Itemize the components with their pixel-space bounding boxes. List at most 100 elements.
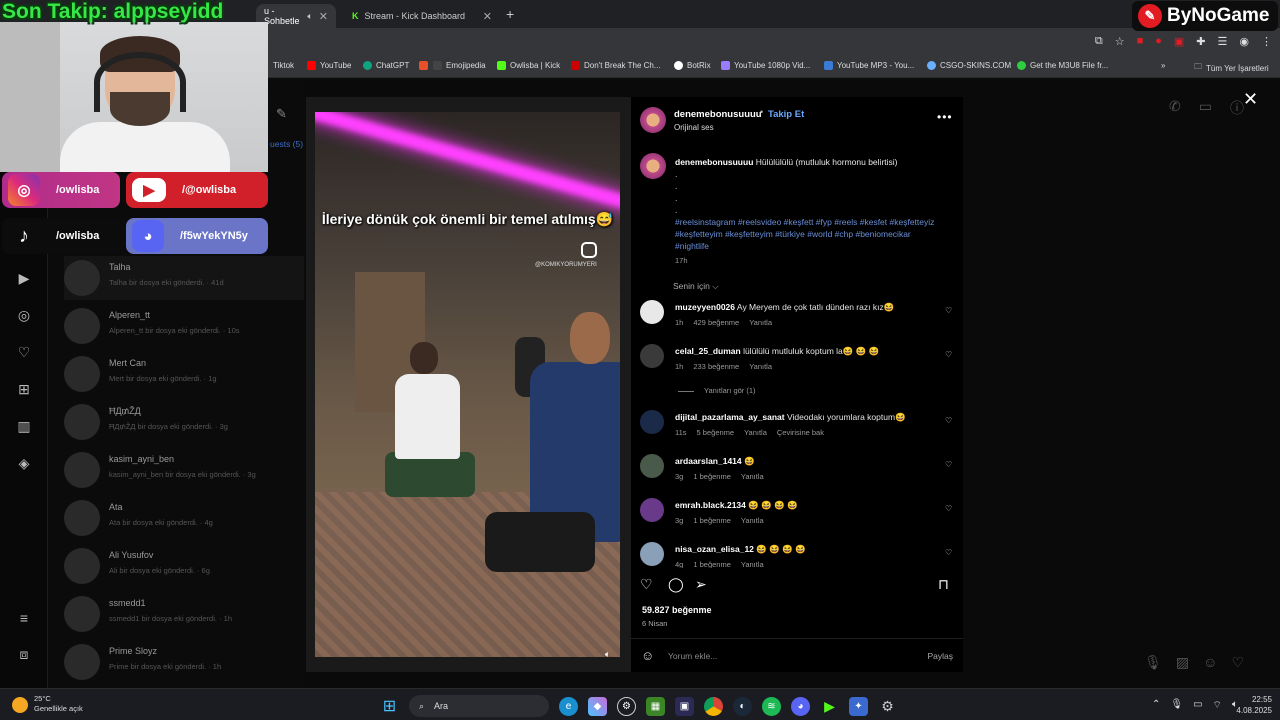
like-comment-icon[interactable]: ♡ [945,548,952,557]
commenter-username[interactable]: emrah.black.2134 [675,500,746,510]
bookmark-item[interactable]: ChatGPT [363,61,409,70]
audio-label[interactable]: Orijinal ses [674,123,714,132]
extension-icon[interactable]: ● [1155,35,1162,48]
messenger-icon[interactable]: ◎ [16,307,32,324]
phone-icon[interactable]: ✆ [1169,98,1181,118]
network-icon[interactable]: ⌔ [1213,699,1222,712]
like-comment-icon[interactable]: ♡ [945,350,952,359]
conversation-item[interactable]: Mert Can Mert bir dosya eki gönderdi. · 1… [64,352,304,396]
comment-likes[interactable]: 1 beğenme [693,516,731,525]
bookmark-item[interactable]: Don't Break The Ch... [571,61,661,70]
follow-button[interactable]: Takip Et [768,109,804,120]
profile-icon[interactable]: ◉ [1239,35,1249,48]
post-comment-button[interactable]: Paylaş [927,651,953,661]
heart-icon[interactable]: ♡ [1231,654,1244,671]
more-menu-icon[interactable]: ≡ [16,610,32,626]
extensions-puzzle-icon[interactable]: ✚ [1196,35,1205,48]
close-modal-icon[interactable]: ✕ [1243,89,1258,110]
bookmark-star-icon[interactable]: ☆ [1115,35,1125,48]
comment-likes[interactable]: 233 beğenme [693,362,739,371]
like-comment-icon[interactable]: ♡ [945,306,952,315]
conversation-item[interactable]: Ata Ata bir dosya eki gönderdi. · 4g [64,496,304,540]
bookmark-item[interactable]: CSGO-SKINS.COM [927,61,1011,70]
tab-active[interactable]: u - Sohbetle 🔈︎ ✕ [256,4,336,28]
microphone-icon[interactable]: 🎙︎ [1144,654,1162,671]
heart-icon[interactable]: ♡ [16,344,32,361]
start-icon[interactable]: ⊞ [380,697,399,716]
comment-sort-dropdown[interactable]: Senin için ⌵ [673,281,719,292]
discord-icon[interactable]: ◕ [791,696,810,716]
caption-author-avatar[interactable] [640,153,666,179]
bookmark-item[interactable]: YouTube [307,61,351,70]
bookmark-item[interactable]: Tiktok [273,61,294,70]
create-icon[interactable]: ⊞ [16,381,32,398]
commenter-username[interactable]: nisa_ozan_elisa_12 [675,544,754,554]
save-icon[interactable]: ⊓ [938,576,949,593]
sticker-icon[interactable]: ☺ [1203,654,1217,671]
app-icon[interactable]: ⚙ [617,696,636,716]
extension-icon[interactable]: ■ [1137,35,1144,48]
minecraft-icon[interactable]: ▦ [646,696,665,716]
settings-icon[interactable]: ⚙ [878,697,897,716]
like-comment-icon[interactable]: ♡ [945,416,952,425]
conversation-item[interactable]: kasim_ayni_ben kasim_ayni_ben bir dosya e… [64,448,304,492]
extension-icon[interactable]: ▣ [1174,35,1184,48]
info-icon[interactable]: ⓘ [1230,98,1244,118]
bookmark-item[interactable]: Emojipedia [433,61,486,70]
close-tab-icon[interactable]: ✕ [319,10,328,23]
commenter-avatar[interactable] [640,344,664,368]
video-call-icon[interactable]: ▭ [1199,98,1212,118]
bookmark-item[interactable]: YouTube 1080p Vid... [721,61,810,70]
commenter-username[interactable]: ardaarslan_1414 [675,456,742,466]
conversation-item[interactable]: Ali Yusufov Ali bir dosya eki gönderdi. ·… [64,544,304,588]
view-replies-button[interactable]: Yanıtları gör (1) [678,386,756,395]
new-tab-button[interactable]: + [506,6,514,22]
comment-input[interactable]: Yorum ekle... [668,651,717,661]
volume-icon[interactable]: 🔈︎ [605,649,619,661]
translate-button[interactable]: Çevirisine bak [777,428,824,437]
install-icon[interactable]: ⧉ [1095,35,1103,48]
comment-likes[interactable]: 5 beğenme [697,428,735,437]
close-tab-icon[interactable]: ✕ [483,10,492,23]
app-icon[interactable]: ✦ [849,696,868,716]
tab-kick-dashboard[interactable]: K Stream - Kick Dashboard ✕ [344,4,500,28]
commenter-avatar[interactable] [640,498,664,522]
reply-button[interactable]: Yanıtla [741,516,764,525]
more-options-icon[interactable]: ••• [937,110,953,124]
apps-icon[interactable]: ⧈ [16,646,32,663]
emoji-icon[interactable]: ☺ [641,648,654,663]
taskbar-search[interactable]: ⌕ Ara [409,695,549,717]
comment-likes[interactable]: 1 beğenme [693,560,731,568]
steam-icon[interactable]: ◐ [733,696,752,716]
dashboard-icon[interactable]: ▥ [16,418,32,435]
comment-icon[interactable]: ◯ [668,576,684,593]
chrome-icon[interactable] [704,696,723,716]
comment-likes[interactable]: 429 beğenme [693,318,739,327]
bookmark-item[interactable]: Owlisba | Kick [497,61,560,70]
commenter-avatar[interactable] [640,542,664,566]
caption-hashtags[interactable]: #reelsinstagram #reelsvideo #keşfett #fy… [675,216,935,252]
reels-icon[interactable]: ▶ [16,270,32,287]
spotify-icon[interactable]: ≋ [762,696,781,716]
commenter-avatar[interactable] [640,300,664,324]
system-clock[interactable]: 22:55 4.08.2025 [1226,694,1272,716]
likes-count[interactable]: 59.827 beğenme [642,605,712,615]
commenter-username[interactable]: celal_25_duman [675,346,741,356]
mic-icon[interactable]: 🎙︎ [1170,699,1183,712]
bookmark-item[interactable] [419,61,428,70]
reading-list-icon[interactable]: ☰ [1218,35,1228,48]
share-icon[interactable]: ➢ [695,576,707,593]
copilot-icon[interactable]: ◆ [588,696,607,716]
reply-button[interactable]: Yanıtla [741,560,764,568]
bookmarks-overflow-button[interactable]: » [1161,61,1165,70]
reply-button[interactable]: Yanıtla [744,428,767,437]
edit-icon[interactable]: ✎ [276,106,287,122]
author-username[interactable]: denemebonusuuuu [674,109,762,120]
commenter-username[interactable]: dijital_pazarlama_ay_sanat [675,412,785,422]
caption-username[interactable]: denemebonusuuuu [675,157,753,167]
comment-likes[interactable]: 1 beğenme [693,472,731,481]
commenter-avatar[interactable] [640,410,664,434]
conversation-item[interactable]: ĦД₥ŽД ĦД₥ŽД bir dosya eki gönderdi. · 3g [64,400,304,444]
like-comment-icon[interactable]: ♡ [945,460,952,469]
reel-video[interactable]: İleriye dönük çok önemli bir temel atılm… [315,112,620,657]
